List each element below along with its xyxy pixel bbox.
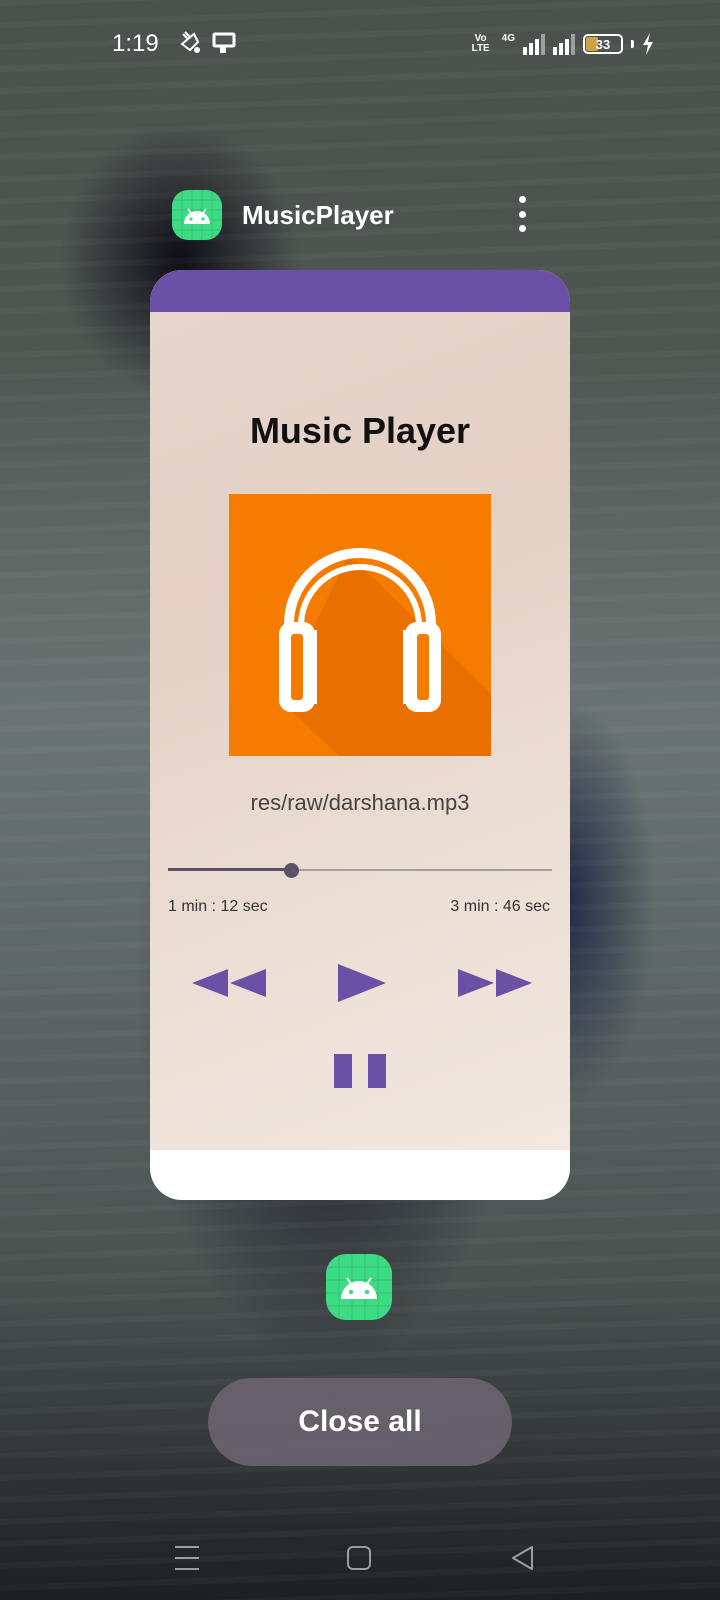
more-vert-icon[interactable] [512, 196, 532, 232]
screen-icon [212, 32, 236, 54]
rewind-button[interactable] [192, 968, 268, 998]
pause-icon [334, 1054, 386, 1088]
forward-button[interactable] [458, 968, 534, 998]
battery-icon: 33 [583, 34, 623, 54]
seek-progress [168, 868, 291, 871]
app-preview-card[interactable]: Music Player res/raw/darshana.mp3 1 min … [150, 270, 570, 1200]
file-name: res/raw/darshana.mp3 [250, 790, 470, 815]
back-triangle-icon[interactable] [510, 1544, 536, 1577]
volte-icon: Vo LTE [471, 33, 490, 54]
total-time: 3 min : 46 sec [450, 898, 550, 915]
current-time: 1 min : 12 sec [168, 898, 268, 915]
headphones-icon [279, 548, 491, 756]
pause-button[interactable] [334, 1054, 386, 1088]
status-icons: Vo LTE 4G 33 [468, 30, 654, 58]
battery-cap [631, 40, 634, 48]
status-bar: 1:19 Vo LTE 4G 33 [0, 0, 720, 88]
navigation-bar [0, 1530, 720, 1600]
play-button[interactable] [338, 964, 386, 1002]
status-time: 1:19 [112, 30, 159, 57]
recent-app-header[interactable]: MusicPlayer [172, 190, 532, 240]
play-icon [338, 964, 386, 1002]
charging-icon [643, 33, 653, 55]
player-title: Music Player [249, 410, 471, 451]
album-art [229, 494, 491, 756]
close-all-button[interactable]: Close all [208, 1378, 512, 1466]
android-icon[interactable] [172, 190, 222, 240]
signal-icon [523, 33, 545, 55]
rewind-icon [192, 969, 266, 997]
battery-level: 33 [595, 36, 611, 52]
home-square-icon[interactable] [346, 1544, 372, 1577]
menu-lines-icon[interactable] [174, 1544, 200, 1577]
recent-app-title: MusicPlayer [242, 199, 394, 230]
seek-thumb[interactable] [283, 863, 299, 878]
seek-bar[interactable] [168, 860, 552, 880]
android-icon[interactable] [326, 1254, 392, 1320]
network-type: 4G [501, 32, 515, 44]
signal-icon-2 [553, 33, 575, 55]
fast-forward-icon [458, 969, 532, 997]
notification-icon [180, 30, 202, 56]
